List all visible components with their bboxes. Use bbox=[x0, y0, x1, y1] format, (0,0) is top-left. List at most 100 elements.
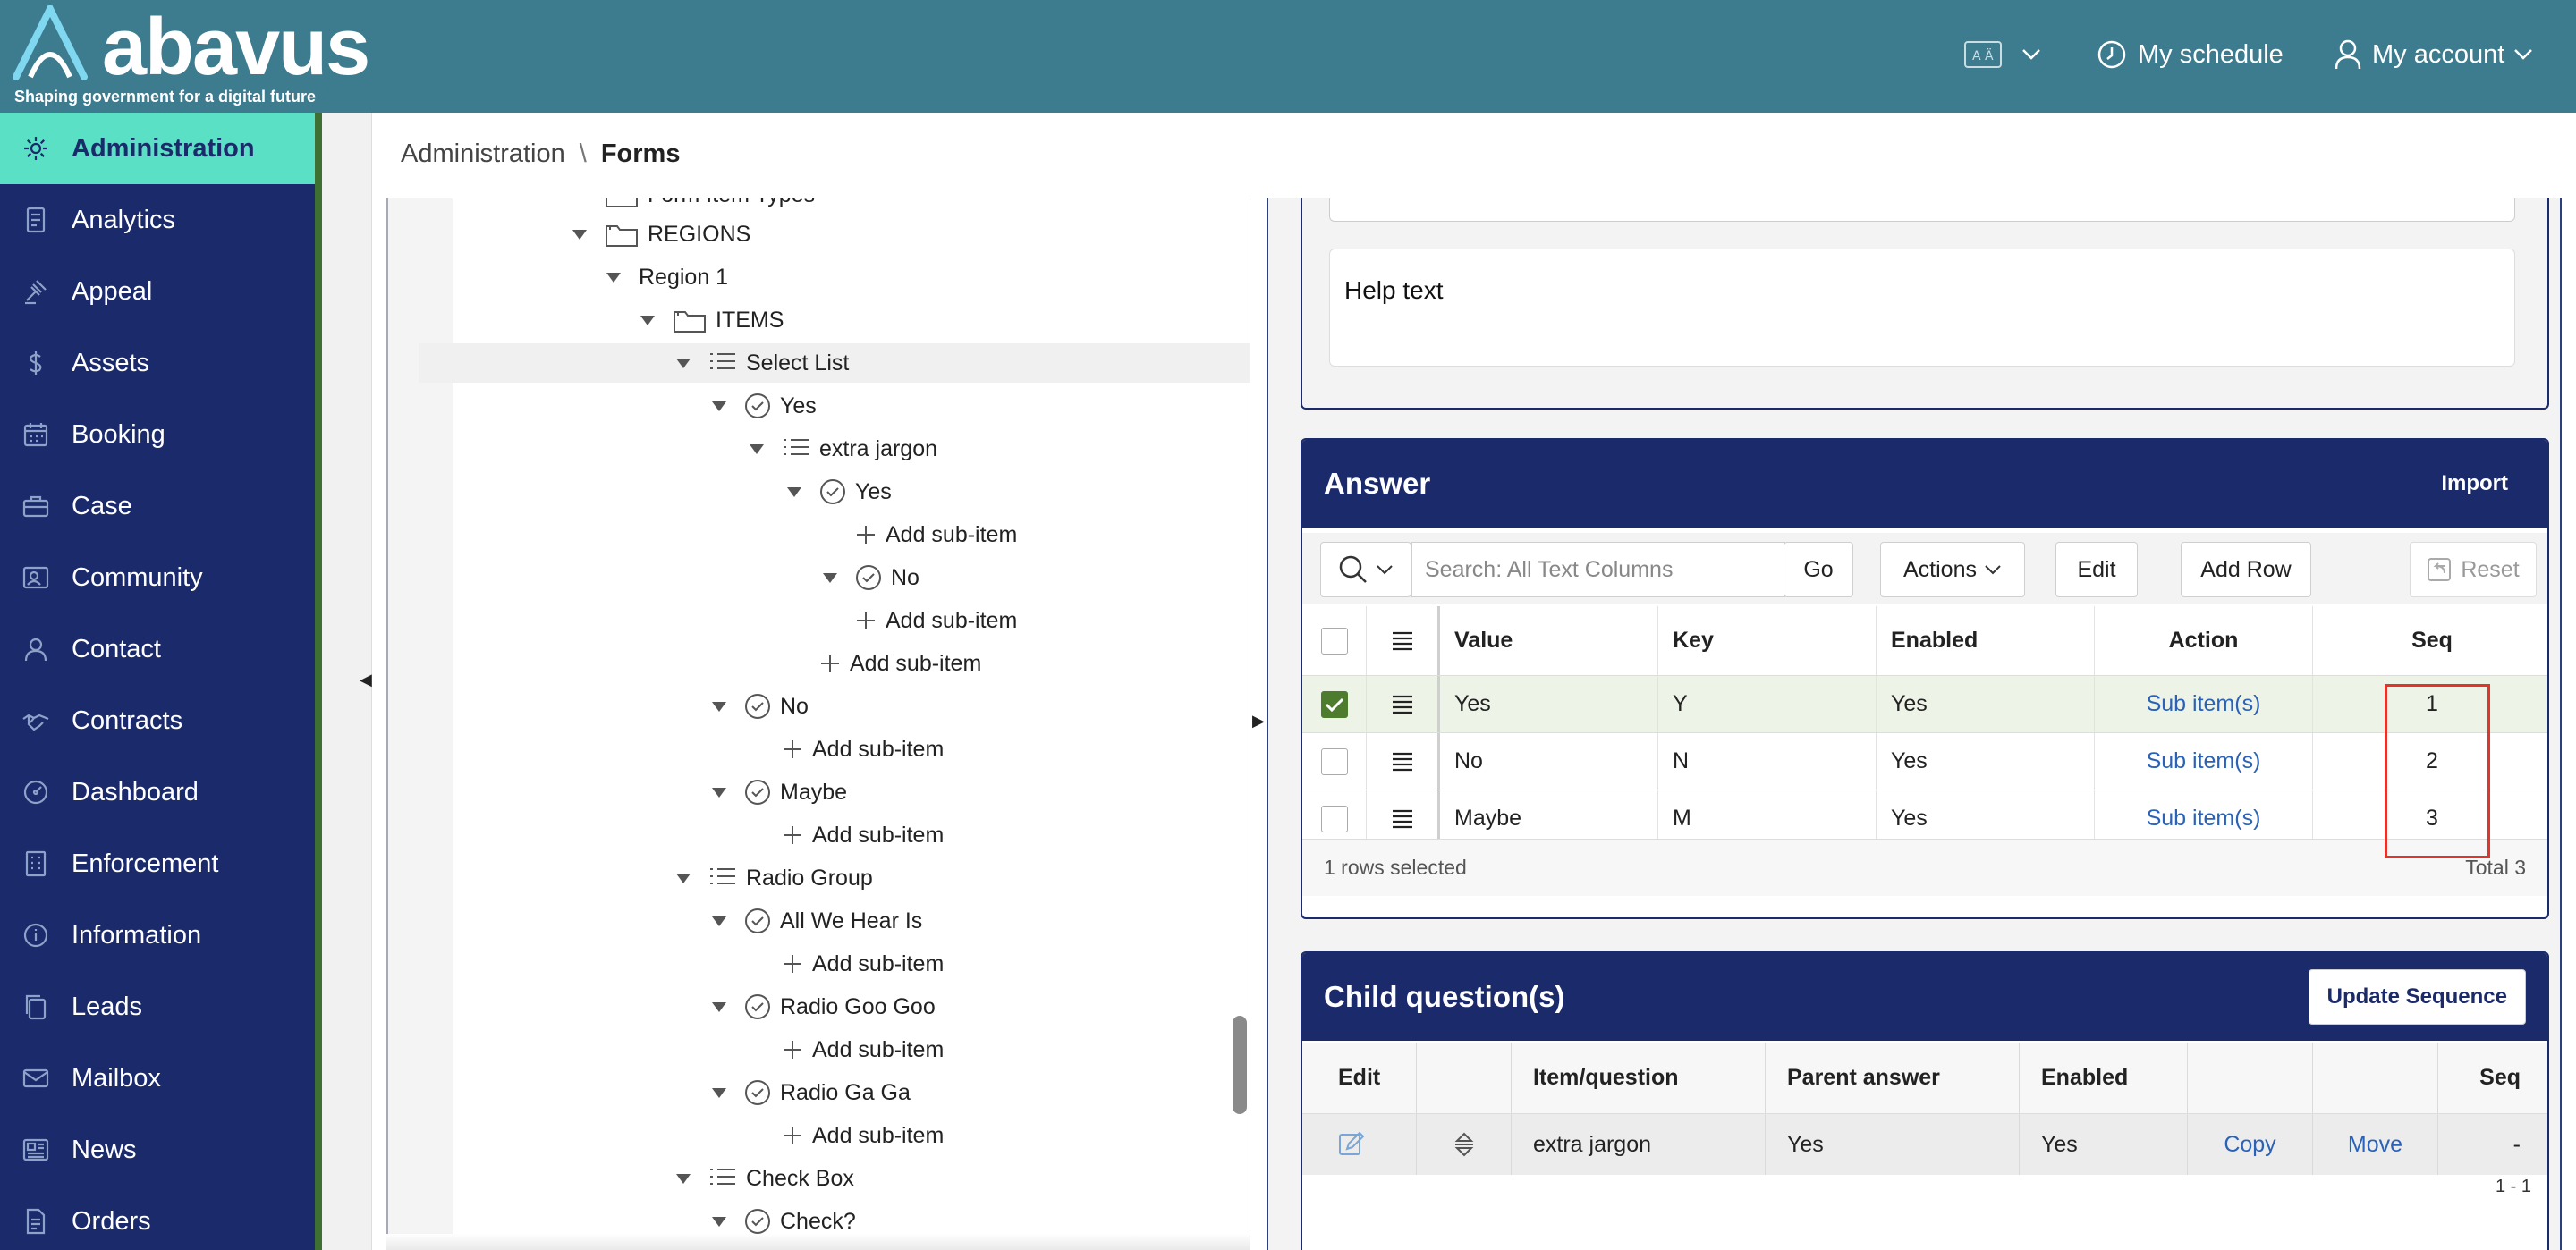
collapse-left-handle[interactable]: ◀ bbox=[360, 671, 372, 689]
column-header-value[interactable]: Value bbox=[1440, 606, 1658, 675]
expand-toggle-icon[interactable] bbox=[712, 787, 726, 798]
enabled-cell[interactable]: Yes bbox=[1877, 733, 2095, 790]
sidebar-item-appeal[interactable]: Appeal bbox=[0, 256, 315, 327]
expand-toggle-icon[interactable] bbox=[823, 572, 837, 583]
my-account-menu[interactable]: My account bbox=[2334, 32, 2533, 77]
copy-link[interactable]: Copy bbox=[2188, 1114, 2313, 1175]
expand-toggle-icon[interactable] bbox=[572, 229, 587, 240]
sidebar-item-dashboard[interactable]: Dashboard bbox=[0, 756, 315, 828]
sub-items-link[interactable]: Sub item(s) bbox=[2095, 733, 2313, 790]
expand-toggle-icon[interactable] bbox=[712, 701, 726, 712]
tree-scrollbar[interactable] bbox=[1233, 1016, 1247, 1114]
expand-toggle-icon[interactable] bbox=[750, 443, 764, 454]
column-header-child-enabled[interactable]: Enabled bbox=[2020, 1043, 2188, 1113]
add-sub-item-link[interactable]: Add sub-item bbox=[750, 944, 944, 984]
sidebar-item-contracts[interactable]: Contracts bbox=[0, 685, 315, 756]
column-header-key[interactable]: Key bbox=[1658, 606, 1877, 675]
expand-toggle-icon[interactable] bbox=[676, 358, 691, 368]
update-sequence-button[interactable]: Update Sequence bbox=[2308, 969, 2526, 1025]
move-link[interactable]: Move bbox=[2313, 1114, 2438, 1175]
edit-pencil-icon[interactable] bbox=[1338, 1131, 1365, 1158]
tree-node[interactable]: Region 1 bbox=[606, 258, 728, 297]
tree-node[interactable]: Yes bbox=[712, 386, 817, 426]
sidebar-item-news[interactable]: News bbox=[0, 1114, 315, 1186]
search-input[interactable]: Search: All Text Columns bbox=[1411, 542, 1785, 597]
tree-node-partial[interactable]: Form Item Types bbox=[572, 198, 815, 215]
import-button[interactable]: Import bbox=[2423, 456, 2526, 511]
value-cell[interactable]: No bbox=[1440, 733, 1658, 790]
tree-node[interactable]: extra jargon bbox=[750, 429, 937, 469]
tree-node[interactable]: Radio Goo Goo bbox=[712, 987, 936, 1026]
expand-toggle-icon[interactable] bbox=[712, 916, 726, 926]
expand-toggle-icon[interactable] bbox=[712, 1001, 726, 1012]
value-cell[interactable]: Yes bbox=[1440, 676, 1658, 732]
tree-node[interactable]: Check Box bbox=[676, 1159, 854, 1198]
sidebar-item-leads[interactable]: Leads bbox=[0, 971, 315, 1043]
add-sub-item-link[interactable]: Add sub-item bbox=[750, 815, 944, 855]
expand-toggle-icon[interactable] bbox=[787, 486, 801, 497]
drag-reorder-icon[interactable] bbox=[1453, 1131, 1475, 1158]
key-cell[interactable]: N bbox=[1658, 733, 1877, 790]
sidebar-item-information[interactable]: Information bbox=[0, 899, 315, 971]
tree-node[interactable]: Radio Group bbox=[676, 858, 873, 898]
key-cell[interactable]: Y bbox=[1658, 676, 1877, 732]
sidebar-item-administration[interactable]: Administration bbox=[0, 113, 315, 184]
sidebar-item-mailbox[interactable]: Mailbox bbox=[0, 1043, 315, 1114]
tree-node[interactable]: REGIONS bbox=[572, 215, 750, 254]
row-checkbox[interactable] bbox=[1320, 805, 1348, 832]
add-sub-item-link[interactable]: Add sub-item bbox=[750, 730, 944, 769]
add-sub-item-link[interactable]: Add sub-item bbox=[823, 601, 1017, 640]
row-checkbox[interactable] bbox=[1320, 747, 1348, 775]
reset-button[interactable]: Reset bbox=[2410, 542, 2537, 597]
sidebar-item-booking[interactable]: Booking bbox=[0, 399, 315, 470]
description-textarea[interactable] bbox=[1329, 198, 2515, 222]
column-header-action[interactable]: Action bbox=[2095, 606, 2313, 675]
answer-row[interactable]: Yes Y Yes Sub item(s) 1 bbox=[1302, 676, 2547, 733]
column-header-enabled[interactable]: Enabled bbox=[1877, 606, 2095, 675]
row-checkbox[interactable] bbox=[1320, 690, 1348, 718]
column-header-seq[interactable]: Seq bbox=[2313, 606, 2547, 675]
add-row-button[interactable]: Add Row bbox=[2181, 542, 2311, 597]
actions-menu[interactable]: Actions bbox=[1880, 542, 2025, 597]
tree-node[interactable]: Select List bbox=[419, 343, 1250, 383]
expand-toggle-icon[interactable] bbox=[712, 1087, 726, 1098]
answer-row[interactable]: No N Yes Sub item(s) 2 bbox=[1302, 733, 2547, 790]
tree-node[interactable]: ITEMS bbox=[640, 300, 784, 340]
sidebar-item-contact[interactable]: Contact bbox=[0, 613, 315, 685]
tree-node[interactable]: Maybe bbox=[712, 773, 847, 812]
expand-toggle-icon[interactable] bbox=[676, 873, 691, 883]
sidebar-item-enforcement[interactable]: Enforcement bbox=[0, 828, 315, 899]
row-actions-menu[interactable] bbox=[1367, 676, 1440, 732]
add-sub-item-link[interactable]: Add sub-item bbox=[787, 644, 981, 683]
edit-button[interactable]: Edit bbox=[2055, 542, 2138, 597]
tree-node[interactable]: All We Hear Is bbox=[712, 901, 922, 941]
column-header-item-question[interactable]: Item/question bbox=[1512, 1043, 1766, 1113]
sidebar-item-community[interactable]: Community bbox=[0, 542, 315, 613]
sidebar-item-analytics[interactable]: Analytics bbox=[0, 184, 315, 256]
expand-toggle-icon[interactable] bbox=[676, 1173, 691, 1184]
tree-node[interactable]: Yes bbox=[787, 472, 892, 511]
splitter-handle[interactable]: ▶ bbox=[1252, 712, 1265, 731]
tree-node[interactable]: No bbox=[823, 558, 919, 597]
expand-toggle-icon[interactable] bbox=[606, 272, 621, 283]
sub-items-link[interactable]: Sub item(s) bbox=[2095, 676, 2313, 732]
tree-node[interactable]: Radio Ga Ga bbox=[712, 1073, 911, 1112]
column-header-child-seq[interactable]: Seq bbox=[2438, 1043, 2547, 1113]
select-all-checkbox[interactable] bbox=[1320, 627, 1348, 655]
column-header-parent-answer[interactable]: Parent answer bbox=[1766, 1043, 2020, 1113]
language-menu[interactable]: A Ä bbox=[1964, 32, 2041, 77]
enabled-cell[interactable]: Yes bbox=[1877, 676, 2095, 732]
help-text-field[interactable]: Help text bbox=[1329, 249, 2515, 367]
breadcrumb-parent[interactable]: Administration bbox=[401, 139, 565, 169]
abavus-logo[interactable]: abavus Shaping government for a digital … bbox=[13, 3, 388, 106]
sidebar-item-case[interactable]: Case bbox=[0, 470, 315, 542]
expand-toggle-icon[interactable] bbox=[712, 1216, 726, 1227]
row-select-cell[interactable] bbox=[1302, 733, 1367, 790]
add-sub-item-link[interactable]: Add sub-item bbox=[750, 1030, 944, 1069]
my-schedule-button[interactable]: My schedule bbox=[2097, 32, 2284, 77]
tree-node[interactable]: No bbox=[712, 687, 809, 726]
search-column-menu[interactable] bbox=[1320, 542, 1411, 597]
add-sub-item-link[interactable]: Add sub-item bbox=[750, 1116, 944, 1155]
select-all-cell[interactable] bbox=[1302, 606, 1367, 675]
sidebar-item-orders[interactable]: Orders bbox=[0, 1186, 315, 1250]
